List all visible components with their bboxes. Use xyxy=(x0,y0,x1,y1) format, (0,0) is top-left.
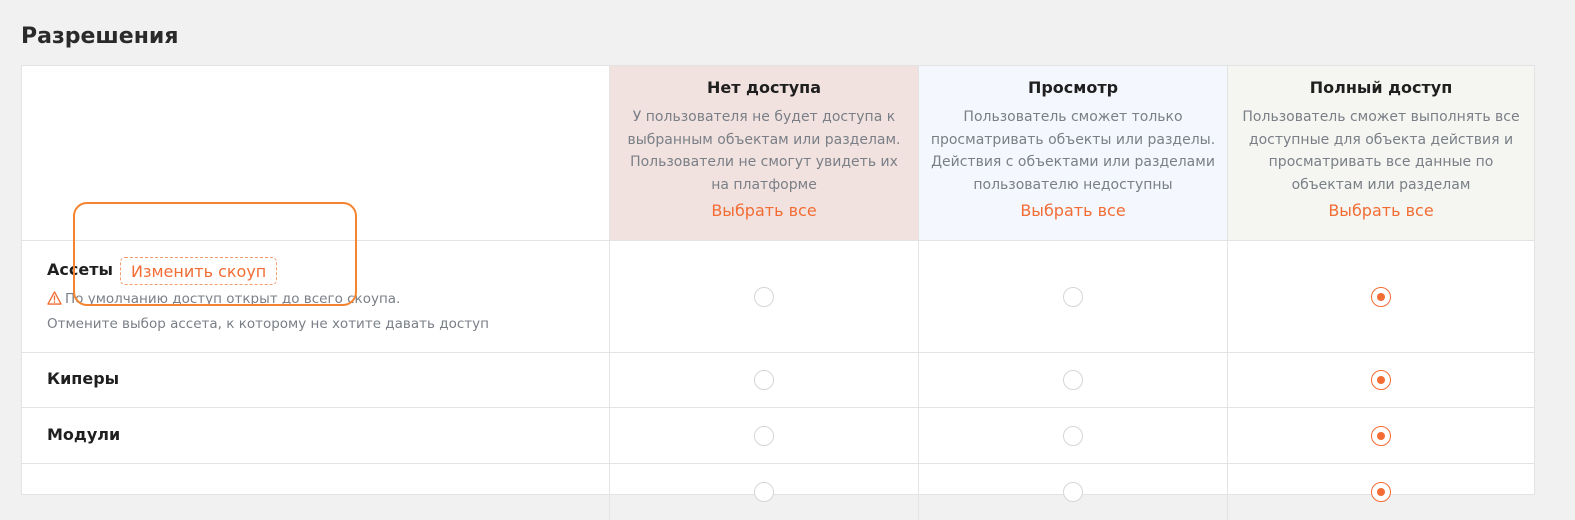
page-title: Разрешения xyxy=(21,24,179,49)
scope-hint-text: По умолчанию доступ открыт до всего скоу… xyxy=(65,291,401,307)
radio-view[interactable] xyxy=(1063,370,1083,390)
scope-hint-line: По умолчанию доступ открыт до всего скоу… xyxy=(47,289,400,309)
cell-no-access xyxy=(609,464,918,520)
radio-full-access[interactable] xyxy=(1371,482,1391,502)
column-title: Просмотр xyxy=(1027,78,1119,97)
row-label: Киперы xyxy=(47,369,120,388)
radio-full-access[interactable] xyxy=(1371,286,1391,307)
cell-view xyxy=(918,353,1227,407)
change-scope-button[interactable]: Изменить скоуп xyxy=(120,257,278,285)
column-title: Полный доступ xyxy=(1309,78,1453,97)
column-description: Пользователь сможет только просматривать… xyxy=(930,109,1216,193)
cell-full-access xyxy=(1227,464,1534,520)
table-row-modules: Модули xyxy=(22,408,1534,464)
radio-no-access[interactable] xyxy=(754,286,774,307)
column-title: Нет доступа xyxy=(706,78,822,97)
scope-hint-text-2: Отмените выбор ассета, к которому не хот… xyxy=(47,316,489,332)
radio-no-access[interactable] xyxy=(754,425,774,446)
radio-view[interactable] xyxy=(1063,482,1083,502)
radio-full-access[interactable] xyxy=(1371,370,1391,390)
cell-view xyxy=(918,464,1227,520)
table-row-assets: Ассеты Изменить скоуп По умолчанию досту… xyxy=(22,241,1534,353)
warning-icon xyxy=(47,291,62,305)
cell-view xyxy=(918,241,1227,352)
cell-full-access xyxy=(1227,241,1534,352)
radio-view[interactable] xyxy=(1063,286,1083,307)
cell-full-access xyxy=(1227,353,1534,407)
cell-no-access xyxy=(609,408,918,463)
cell-no-access xyxy=(609,353,918,407)
column-description: У пользователя не будет доступа к выбран… xyxy=(627,109,901,193)
column-view: Просмотр Пользователь сможет только прос… xyxy=(918,66,1227,240)
radio-view[interactable] xyxy=(1063,425,1083,446)
row-label: Модули xyxy=(47,425,121,444)
table-header: Нет доступа У пользователя не будет дост… xyxy=(22,66,1534,241)
radio-no-access[interactable] xyxy=(754,370,774,390)
column-description: Пользователь сможет выполнять все доступ… xyxy=(1242,109,1520,193)
column-no-access: Нет доступа У пользователя не будет дост… xyxy=(609,66,918,240)
select-all-full-access-link[interactable]: Выбрать все xyxy=(1238,200,1524,222)
cell-full-access xyxy=(1227,408,1534,463)
row-label: Ассеты xyxy=(47,260,113,279)
radio-full-access[interactable] xyxy=(1371,425,1391,446)
radio-no-access[interactable] xyxy=(754,482,774,502)
permissions-table: Нет доступа У пользователя не будет дост… xyxy=(21,65,1535,520)
table-row-keepers: Киперы xyxy=(22,353,1534,408)
table-row-partial xyxy=(22,464,1534,520)
cell-view xyxy=(918,408,1227,463)
column-full-access: Полный доступ Пользователь сможет выполн… xyxy=(1227,66,1534,240)
select-all-view-link[interactable]: Выбрать все xyxy=(929,200,1217,222)
cell-no-access xyxy=(609,241,918,352)
select-all-no-access-link[interactable]: Выбрать все xyxy=(620,200,908,222)
